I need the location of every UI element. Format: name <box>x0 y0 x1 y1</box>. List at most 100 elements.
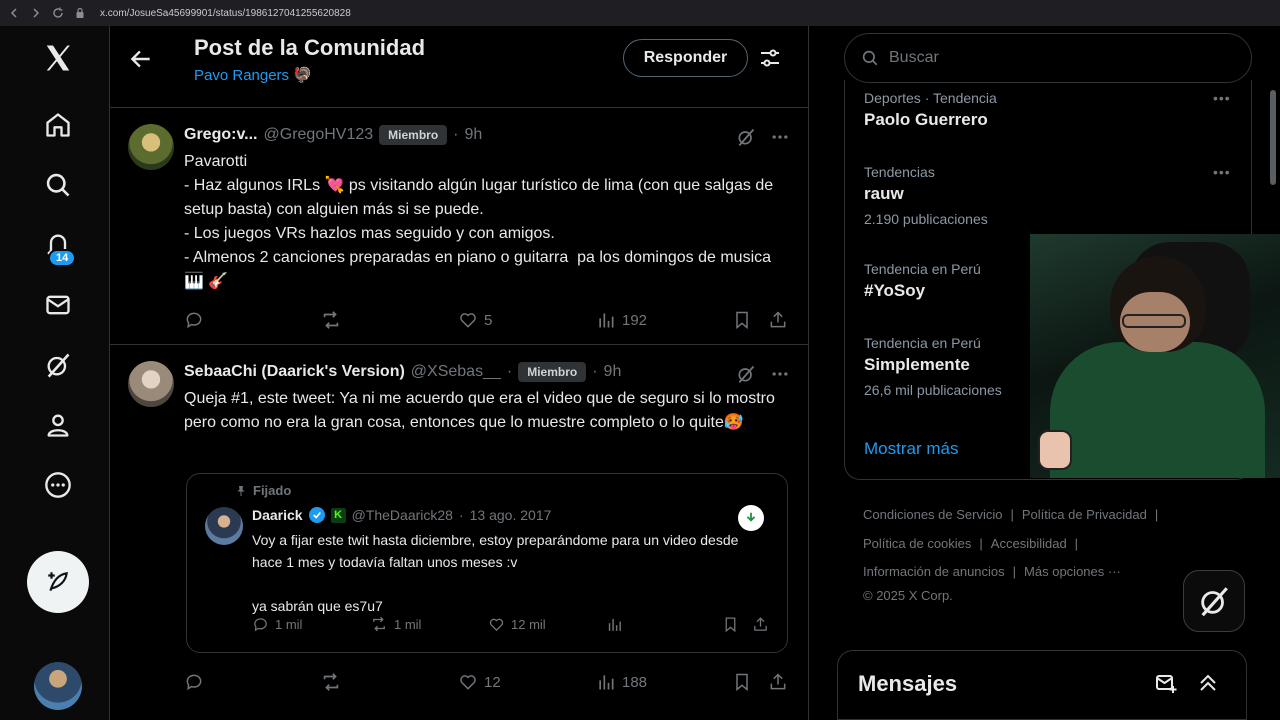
messages-envelope-icon[interactable] <box>33 280 83 330</box>
verified-badge-icon <box>308 507 325 523</box>
chevron-double-up-icon[interactable] <box>1196 671 1220 695</box>
like-action[interactable]: 12 <box>458 672 501 692</box>
avatar[interactable] <box>128 361 174 407</box>
views-action[interactable]: 192 <box>596 310 647 330</box>
author-name[interactable]: Daarick <box>252 507 303 523</box>
author-handle[interactable]: @GregoHV123 <box>264 126 374 144</box>
url-bar[interactable]: x.com/JosueSa45699901/status/19861270412… <box>100 8 351 19</box>
views-action[interactable] <box>606 616 623 633</box>
repost-action[interactable] <box>320 671 348 693</box>
search-icon <box>862 50 878 66</box>
views-action[interactable]: 188 <box>596 672 647 692</box>
quote-header: Daarick K @TheDaarick28 · 13 ago. 2017 <box>252 507 551 523</box>
share-action[interactable] <box>768 310 788 330</box>
account-avatar[interactable] <box>34 662 82 710</box>
grok-icon[interactable] <box>736 364 756 384</box>
like-count: 5 <box>484 311 493 329</box>
copyright: © 2025 X Corp. <box>863 588 953 603</box>
trend-item[interactable]: Tendencias rauw 2.190 publicaciones <box>864 164 1224 227</box>
grok-icon[interactable] <box>736 127 756 147</box>
author-handle[interactable]: @XSebas__ <box>411 363 501 381</box>
reply-action[interactable]: 1 mil <box>252 616 302 633</box>
author-name[interactable]: Grego:v... <box>184 126 258 144</box>
author-name[interactable]: SebaaChi (Daarick's Version) <box>184 363 405 381</box>
separator-dot: · <box>453 126 459 143</box>
tweet-header: Grego:v... @GregoHV123 Miembro · 9h <box>184 125 482 145</box>
post-button[interactable] <box>27 551 89 613</box>
share-action[interactable] <box>752 616 769 633</box>
footer-link[interactable]: Información de anuncios <box>863 564 1005 579</box>
search-icon[interactable] <box>33 160 83 210</box>
grok-floating-button[interactable] <box>1183 570 1245 632</box>
timestamp[interactable]: 13 ago. 2017 <box>470 507 552 523</box>
sliders-icon[interactable] <box>758 46 782 70</box>
tweet[interactable]: Grego:v... @GregoHV123 Miembro · 9h Pava… <box>110 109 808 345</box>
community-link[interactable]: Pavo Rangers 🦃 <box>194 66 312 84</box>
reply-icon <box>186 312 202 329</box>
trend-item[interactable]: Deportes · Tendencia Paolo Guerrero <box>864 90 1224 130</box>
footer-link[interactable]: Política de cookies <box>863 536 971 551</box>
quoted-tweet[interactable]: Fijado Daarick K @TheDaarick28 · 13 ago.… <box>186 473 788 653</box>
repost-action[interactable]: 1 mil <box>370 615 421 633</box>
turkey-emoji-icon: 🦃 <box>293 67 312 84</box>
reply-action[interactable] <box>184 672 210 692</box>
bookmark-action[interactable] <box>732 672 752 692</box>
x-logo-icon[interactable] <box>33 33 83 83</box>
repost-action[interactable] <box>320 309 348 331</box>
messages-drawer[interactable]: Mensajes <box>837 650 1247 720</box>
home-icon[interactable] <box>33 100 83 150</box>
forward-nav-icon[interactable] <box>30 7 42 19</box>
footer-link[interactable]: Accesibilidad <box>991 536 1067 551</box>
trend-category: Deportes · Tendencia <box>864 90 997 106</box>
repost-icon <box>373 616 385 632</box>
more-horizontal-icon[interactable]: ••• <box>1213 164 1231 180</box>
footer-link[interactable]: Condiciones de Servicio <box>863 507 1002 522</box>
back-nav-icon[interactable] <box>8 7 20 19</box>
like-count: 12 mil <box>511 616 546 632</box>
reply-count: 1 mil <box>275 616 303 632</box>
new-message-icon[interactable] <box>1154 671 1178 695</box>
more-options-icon[interactable] <box>33 460 83 510</box>
heart-icon <box>460 313 476 328</box>
timestamp[interactable]: 9h <box>464 126 482 144</box>
more-horizontal-icon[interactable] <box>770 127 790 147</box>
timestamp[interactable]: 9h <box>604 363 622 381</box>
like-action[interactable]: 5 <box>458 310 492 330</box>
heart-icon <box>489 618 504 631</box>
share-action[interactable] <box>768 672 788 692</box>
webcam-person-body <box>1050 342 1265 478</box>
trend-count: 2.190 publicaciones <box>864 211 988 227</box>
webcam-glasses <box>1122 314 1186 328</box>
search-box[interactable]: Buscar <box>844 33 1252 83</box>
author-handle[interactable]: @TheDaarick28 <box>352 507 453 523</box>
show-more-link[interactable]: Mostrar más <box>864 439 958 459</box>
like-action[interactable]: 12 mil <box>488 616 546 633</box>
reply-action[interactable] <box>184 310 210 330</box>
footer-link[interactable]: Política de Privacidad <box>1022 507 1147 522</box>
tweet-text: Queja #1, este tweet: Ya ni me acuerdo q… <box>184 390 780 431</box>
footer-link[interactable]: Más opciones ··· <box>1024 564 1121 579</box>
webcam-overlay <box>1030 234 1280 478</box>
more-horizontal-icon[interactable] <box>770 364 790 384</box>
footer-separator: | <box>1154 507 1159 522</box>
profile-icon[interactable] <box>33 400 83 450</box>
avatar[interactable] <box>205 507 243 545</box>
download-icon[interactable] <box>738 505 764 531</box>
views-chart-icon <box>599 675 614 690</box>
tweet[interactable]: SebaaChi (Daarick's Version) @XSebas__ ·… <box>110 346 808 720</box>
scrollbar[interactable] <box>1270 90 1276 185</box>
footer-separator: | <box>979 536 983 551</box>
back-arrow-icon[interactable] <box>128 46 154 72</box>
footer-separator: | <box>1074 536 1079 551</box>
reply-button[interactable]: Responder <box>623 39 748 77</box>
bookmark-action[interactable] <box>722 616 739 633</box>
bookmark-action[interactable] <box>732 310 752 330</box>
grok-icon[interactable] <box>33 340 83 390</box>
reply-icon <box>186 674 202 691</box>
pinned-label: Fijado <box>235 483 291 498</box>
separator-dot: · <box>458 507 464 523</box>
reload-icon[interactable] <box>52 7 64 19</box>
share-icon <box>754 616 767 631</box>
avatar[interactable] <box>128 124 174 170</box>
more-horizontal-icon[interactable]: ••• <box>1213 90 1231 106</box>
